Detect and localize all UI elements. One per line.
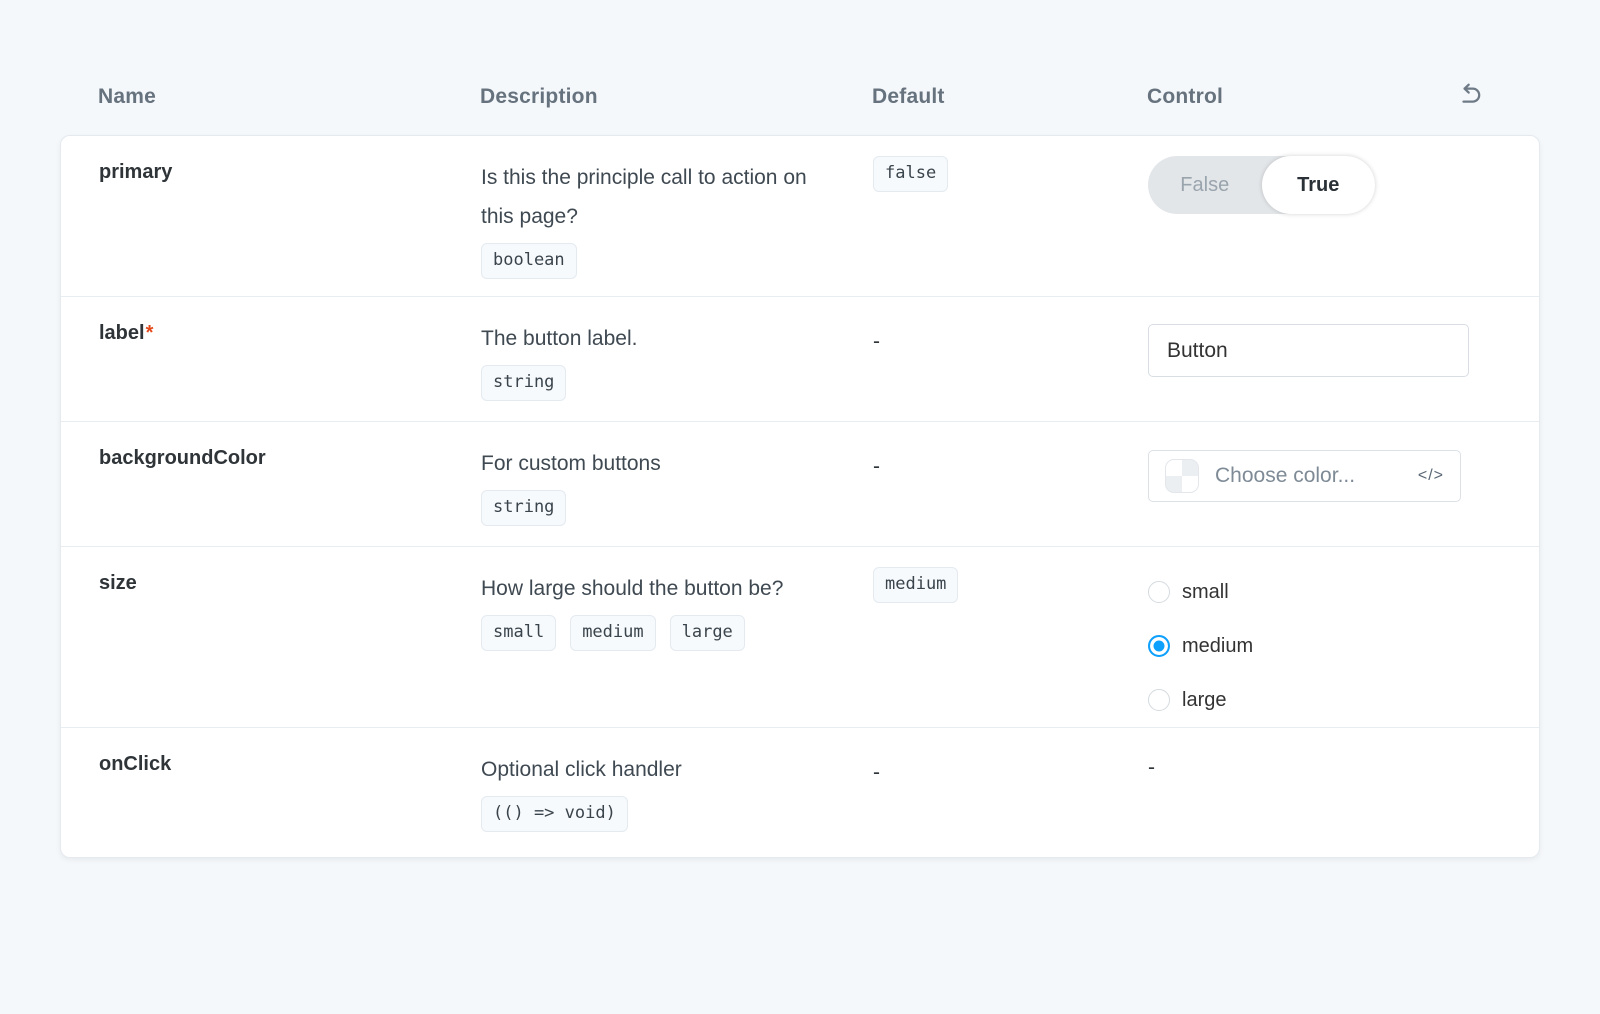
column-header-name: Name [98,85,480,109]
arg-name: primary [99,136,481,296]
required-asterisk: * [146,322,154,344]
table-row: backgroundColor For custom buttons strin… [61,421,1539,546]
type-badge: string [481,490,566,526]
arg-name: onClick [99,728,481,857]
arg-control: False True [1148,136,1519,296]
args-table: Name Description Default Control primary… [60,82,1540,858]
radio-icon[interactable] [1148,581,1170,603]
arg-control: - [1148,728,1519,857]
undo-icon [1457,83,1483,112]
table-row: label* The button label. string - [61,296,1539,421]
args-table-card: primary Is this the principle call to ac… [60,135,1540,858]
arg-description: Optional click handler (() => void) [481,728,873,857]
table-header: Name Description Default Control [60,82,1540,112]
color-placeholder: Choose color... [1215,464,1355,488]
column-header-control: Control [1147,85,1223,109]
arg-description: Is this the principle call to action on … [481,136,873,296]
arg-default: - [873,297,1148,421]
arg-description: The button label. string [481,297,873,421]
reset-controls-button[interactable] [1456,83,1484,111]
boolean-toggle[interactable]: False True [1148,156,1375,214]
toggle-option-false[interactable]: False [1148,156,1262,214]
arg-default: false [873,136,1148,296]
arg-description: For custom buttons string [481,422,873,546]
type-badge: large [670,615,745,651]
arg-description: How large should the button be? small me… [481,547,873,727]
default-dash: - [873,753,880,792]
column-header-default: Default [872,85,1147,109]
radio-option-large[interactable]: large [1148,673,1519,727]
arg-default: - [873,728,1148,857]
code-icon[interactable]: </> [1418,467,1444,485]
type-badge: boolean [481,243,577,279]
arg-default: - [873,422,1148,546]
radio-option-medium[interactable]: medium [1148,619,1519,673]
arg-name: size [99,547,481,727]
type-badge: (() => void) [481,796,628,832]
type-badge: string [481,365,566,401]
arg-control: Choose color... </> [1148,422,1519,546]
radio-icon[interactable] [1148,689,1170,711]
arg-control [1148,297,1519,421]
arg-name: label* [99,297,481,421]
label-text-input[interactable] [1148,324,1469,377]
radio-icon[interactable] [1148,635,1170,657]
table-row: primary Is this the principle call to ac… [61,136,1539,296]
size-radio-group: small medium large [1148,545,1519,727]
table-row: onClick Optional click handler (() => vo… [61,727,1539,857]
default-dash: - [873,447,880,486]
toggle-option-true[interactable]: True [1262,156,1376,214]
transparent-checkerboard-icon [1165,459,1199,493]
radio-option-small[interactable]: small [1148,565,1519,619]
arg-default: medium [873,547,1148,727]
type-badge: small [481,615,556,651]
default-badge: false [873,156,948,192]
color-picker-button[interactable]: Choose color... </> [1148,450,1461,502]
column-header-description: Description [480,85,872,109]
default-badge: medium [873,567,958,603]
control-dash: - [1148,756,1155,779]
default-dash: - [873,322,880,361]
arg-name: backgroundColor [99,422,481,546]
type-badge: medium [570,615,655,651]
table-row: size How large should the button be? sma… [61,546,1539,727]
